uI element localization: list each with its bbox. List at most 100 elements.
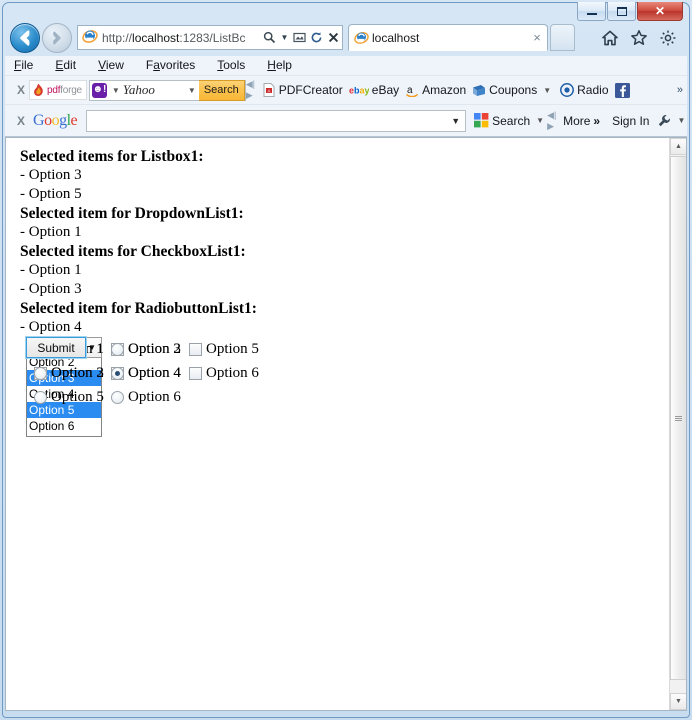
toolbar-link-coupons[interactable]: Coupons ▼ <box>472 83 554 97</box>
svg-text:a: a <box>407 85 413 96</box>
tab-strip: localhost × <box>348 24 548 51</box>
home-icon[interactable] <box>600 28 620 48</box>
google-logo-letter: G <box>33 111 45 129</box>
chevron-down-icon[interactable]: ▼ <box>112 86 120 95</box>
google-logo-letter: g <box>59 111 67 129</box>
stop-icon[interactable] <box>325 26 342 49</box>
forward-button[interactable] <box>42 23 72 53</box>
toolbar-link-label: Radio <box>577 83 609 97</box>
page-viewport: Selected items for Listbox1: - Option 3 - … <box>5 137 687 711</box>
pdfforge-toolbar: X pdfforge ☻! ▼ Yahoo ▼ Search ◀|▶ A PDF… <box>5 75 687 104</box>
new-tab-button[interactable] <box>550 24 575 51</box>
chevron-down-icon[interactable]: ▼ <box>451 116 460 126</box>
toolbar-link-ebay[interactable]: ebay eBay <box>349 83 399 97</box>
radio-item[interactable]: Option 3 <box>34 361 111 385</box>
google-search-input[interactable]: ▼ <box>86 109 467 132</box>
restore-icon <box>616 6 627 16</box>
radio-label: Option 2 <box>128 341 181 357</box>
maximize-restore-button[interactable] <box>607 2 636 21</box>
toolbar-overflow-icon[interactable]: » <box>677 84 687 96</box>
radio-unselected-icon[interactable] <box>34 390 47 404</box>
result-heading: Selected item for DropdownList1: <box>20 205 244 222</box>
menu-item-help[interactable]: Help <box>267 58 292 73</box>
pdfforge-wordmark: pdfforge <box>47 84 82 96</box>
result-heading: Selected items for Listbox1: <box>20 148 204 165</box>
toolbar-link-radio[interactable]: Radio <box>560 83 609 97</box>
window-controls: ✕ <box>577 2 683 21</box>
tab-title: localhost <box>372 30 420 45</box>
tools-gear-icon[interactable] <box>658 28 678 48</box>
radio-item[interactable]: Option 6 <box>111 385 201 409</box>
google-logo-letter: o <box>44 111 52 129</box>
menu-item-favorites[interactable]: Favorites <box>146 58 195 73</box>
chevron-down-icon[interactable]: ▼ <box>543 86 551 95</box>
chevron-down-icon[interactable]: ▼ <box>677 116 685 125</box>
double-chevron-icon: » <box>593 113 601 128</box>
address-bar[interactable]: http://localhost:1283/ListBc ▼ <box>77 25 343 50</box>
tab-close-icon[interactable]: × <box>527 30 547 45</box>
toolbar-grip[interactable]: ◀|▶ <box>547 110 557 131</box>
search-icon[interactable] <box>261 26 278 49</box>
radio-item[interactable]: Option 2 <box>111 337 201 361</box>
scroll-up-button[interactable]: ▲ <box>670 138 686 155</box>
yahoo-search-button[interactable]: Search <box>198 79 245 101</box>
toolbar-link-label: Coupons <box>489 83 538 97</box>
radio-item[interactable]: Option 5 <box>34 385 111 409</box>
google-search-button[interactable]: Search ▼ <box>474 113 547 128</box>
google-more-label: More <box>563 113 591 128</box>
back-button[interactable] <box>10 23 40 53</box>
chevron-down-icon[interactable]: ▼ <box>536 116 544 125</box>
navigation-bar: http://localhost:1283/ListBc ▼ localhost… <box>4 20 688 56</box>
toolbar-link-facebook[interactable] <box>614 82 630 98</box>
amazon-icon: a <box>406 85 419 97</box>
radio-label: Option 4 <box>128 365 181 381</box>
result-heading: Selected item for RadiobuttonList1: <box>20 300 257 317</box>
toolbar-close-icon[interactable]: X <box>13 83 29 97</box>
yahoo-badge-icon: ☻! <box>91 82 107 98</box>
google-more-button[interactable]: More » <box>563 114 600 128</box>
menu-item-view[interactable]: View <box>98 58 124 73</box>
favorites-icon[interactable] <box>629 28 649 48</box>
menu-item-file[interactable]: File <box>14 58 33 73</box>
checkbox-label: Option 5 <box>206 341 259 357</box>
toolbar-close-icon[interactable]: X <box>13 114 29 128</box>
google-signin-button[interactable]: Sign In <box>612 114 649 128</box>
radio-unselected-icon[interactable] <box>111 342 124 356</box>
chevron-down-icon[interactable]: ▼ <box>278 26 291 49</box>
radio-unselected-icon[interactable] <box>34 366 47 380</box>
facebook-icon <box>614 82 630 98</box>
listbox-option[interactable]: Option 6 <box>27 418 101 434</box>
radio-unselected-icon[interactable] <box>111 390 124 404</box>
submit-button[interactable]: Submit <box>25 336 87 359</box>
menu-item-tools[interactable]: Tools <box>217 58 245 73</box>
vertical-scrollbar[interactable]: ▲ ▼ <box>669 138 686 710</box>
toolbar-link-pdfcreator[interactable]: A PDFCreator <box>262 83 343 97</box>
radio-icon <box>560 83 575 97</box>
radio-item[interactable]: Option 4 <box>111 361 201 385</box>
wrench-icon <box>659 114 671 126</box>
result-item: - Option 1 <box>20 224 82 240</box>
google-settings-button[interactable]: ▼ <box>657 114 688 128</box>
scroll-down-button[interactable]: ▼ <box>670 693 686 710</box>
google-logo[interactable]: Google <box>33 111 78 130</box>
radio-selected-icon[interactable] <box>111 366 124 380</box>
minimize-icon <box>586 12 597 15</box>
toolbar-link-amazon[interactable]: a Amazon <box>405 83 466 97</box>
google-toolbar: X Google ▼ Search ▼ ◀|▶ More » Sign In ▼ <box>5 104 687 136</box>
compatibility-view-icon[interactable] <box>291 26 308 49</box>
radio-label: Option 6 <box>128 389 181 405</box>
toolbar-grip[interactable]: ◀|▶ <box>246 79 256 100</box>
close-window-button[interactable]: ✕ <box>637 2 683 21</box>
minimize-button[interactable] <box>577 2 606 21</box>
yahoo-provider-label: Yahoo <box>122 82 155 97</box>
menu-item-edit[interactable]: Edit <box>55 58 76 73</box>
result-item: - Option 1 <box>20 262 82 278</box>
chevron-down-icon[interactable]: ▼ <box>188 86 196 95</box>
tab-localhost[interactable]: localhost × <box>348 24 548 51</box>
scrollbar-thumb[interactable] <box>670 156 686 680</box>
browser-tool-icons <box>600 28 678 48</box>
refresh-icon[interactable] <box>308 26 325 49</box>
svg-text:A: A <box>267 88 270 93</box>
pdfforge-logo[interactable]: pdfforge <box>29 80 87 100</box>
yahoo-search-field[interactable]: ☻! ▼ Yahoo ▼ Search <box>88 79 246 101</box>
